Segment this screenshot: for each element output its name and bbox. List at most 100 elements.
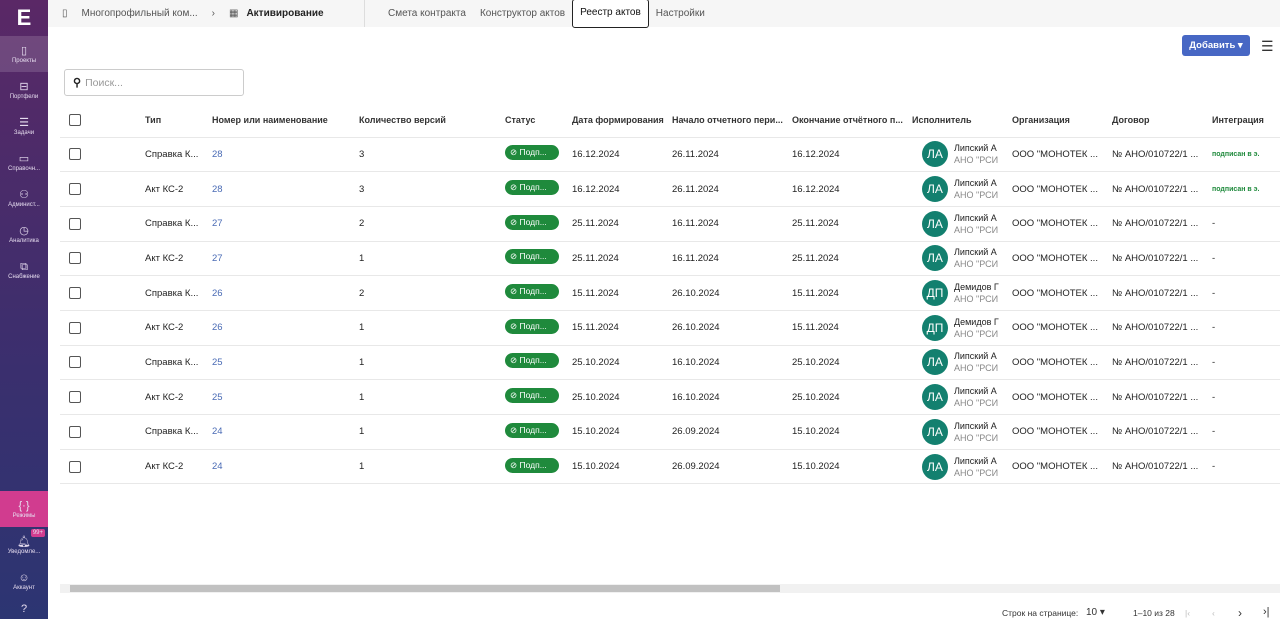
avatar: ЛА <box>922 418 948 445</box>
date-cell: 25.11.2024 <box>572 205 672 242</box>
row-checkbox[interactable] <box>69 460 81 473</box>
number-link[interactable]: 28 <box>212 171 359 207</box>
table-row[interactable]: Справка К... 25 1 ⊘ Подп... 25.10.2024 1… <box>60 344 1280 380</box>
row-checkbox[interactable] <box>69 425 81 438</box>
sidebar-item-5[interactable]: ◷ Аналитика <box>0 216 48 252</box>
row-checkbox[interactable] <box>69 391 81 404</box>
status-badge: ⊘ Подп... <box>505 145 559 161</box>
column-header[interactable]: Исполнитель <box>912 104 1012 137</box>
organization-cell: ООО "МОНОТЕК ... <box>1012 448 1112 485</box>
sidebar-item-6[interactable]: ⧉ Снабжение <box>0 252 48 288</box>
type-cell: Акт КС-2 <box>145 171 212 207</box>
status-badge: ⊘ Подп... <box>505 353 559 369</box>
column-header[interactable]: Тип <box>145 104 212 137</box>
versions-cell: 3 <box>359 136 505 172</box>
organization-cell: ООО "МОНОТЕК ... <box>1012 309 1112 346</box>
sidebar-item-0[interactable]: ▯ Проекты <box>0 36 48 72</box>
help-button[interactable]: ? <box>0 600 48 619</box>
braces-icon: {·} <box>18 499 30 512</box>
number-link[interactable]: 26 <box>212 275 359 311</box>
sidebar-item-3[interactable]: ▭ Справочн... <box>0 144 48 180</box>
period-end-cell: 16.12.2024 <box>792 136 912 172</box>
prev-page-icon[interactable]: ‹ <box>1212 608 1215 618</box>
row-checkbox[interactable] <box>69 148 81 161</box>
last-page-icon[interactable]: ›| <box>1263 606 1270 618</box>
tab-3[interactable]: Настройки <box>649 0 712 27</box>
column-header[interactable]: Договор <box>1112 104 1212 137</box>
column-header[interactable]: Количество версий <box>359 104 505 137</box>
versions-cell: 1 <box>359 379 505 415</box>
add-button[interactable]: Добавить ▾ <box>1182 35 1250 56</box>
supply-icon: ⧉ <box>20 260 28 273</box>
grid-icon: ▦ <box>229 8 239 19</box>
row-checkbox[interactable] <box>69 217 81 230</box>
select-all[interactable] <box>60 104 145 137</box>
versions-cell: 2 <box>359 275 505 311</box>
menu-icon[interactable]: ☰ <box>1261 38 1274 55</box>
tab-2[interactable]: Реестр актов <box>572 0 649 28</box>
column-header[interactable]: Начало отчетного пери... <box>672 104 792 137</box>
contract-cell: № АНО/010722/1 ... <box>1112 414 1212 450</box>
column-header[interactable]: Окончание отчётного п... <box>792 104 912 137</box>
status-badge: ⊘ Подп... <box>505 318 559 334</box>
column-header[interactable]: Организация <box>1012 104 1112 137</box>
first-page-icon[interactable]: |‹ <box>1185 608 1190 618</box>
search-input[interactable]: ⚲ Поиск... <box>64 69 244 96</box>
table-row[interactable]: Справка К... 24 1 ⊘ Подп... 15.10.2024 2… <box>60 414 1280 450</box>
status-badge: ⊘ Подп... <box>505 284 559 300</box>
bell-icon: 🔔︎ <box>17 535 31 548</box>
table-row[interactable]: Справка К... 26 2 ⊘ Подп... 15.11.2024 2… <box>60 275 1280 311</box>
sidebar-item-notifications[interactable]: 🔔︎ Уведомле... 99+ <box>0 527 48 563</box>
row-checkbox[interactable] <box>69 287 81 300</box>
table-row[interactable]: Акт КС-2 27 1 ⊘ Подп... 25.11.2024 16.11… <box>60 240 1280 276</box>
rows-per-page-select[interactable]: 10 ▾ <box>1086 607 1105 618</box>
table-row[interactable]: Акт КС-2 25 1 ⊘ Подп... 25.10.2024 16.10… <box>60 379 1280 415</box>
sidebar-item-account[interactable]: ☺ Аккаунт <box>0 563 48 599</box>
number-link[interactable]: 27 <box>212 205 359 242</box>
rows-per-page-label: Строк на странице: <box>1002 608 1079 618</box>
breadcrumb-project[interactable]: Многопрофильный ком... <box>82 8 198 19</box>
organization-cell: ООО "МОНОТЕК ... <box>1012 136 1112 172</box>
user-icon: ☺ <box>18 571 30 584</box>
integration-cell: - <box>1212 414 1280 450</box>
row-checkbox[interactable] <box>69 321 81 334</box>
table-row[interactable]: Справка К... 28 3 ⊘ Подп... 16.12.2024 2… <box>60 136 1280 172</box>
tab-1[interactable]: Конструктор актов <box>473 0 572 27</box>
executor-cell: ЛА Липский А АНО "РСИ <box>912 171 1012 207</box>
row-checkbox[interactable] <box>69 183 81 196</box>
integration-cell: - <box>1212 448 1280 485</box>
sidebar-item-2[interactable]: ☰ Задачи <box>0 108 48 144</box>
sidebar-item-modes[interactable]: {·} Режимы <box>0 491 48 527</box>
number-link[interactable]: 25 <box>212 379 359 415</box>
number-link[interactable]: 24 <box>212 448 359 485</box>
row-checkbox[interactable] <box>69 356 81 369</box>
sidebar-item-4[interactable]: ⚇ Админист... <box>0 180 48 216</box>
period-start-cell: 16.11.2024 <box>672 205 792 242</box>
table-row[interactable]: Акт КС-2 28 3 ⊘ Подп... 16.12.2024 26.11… <box>60 171 1280 207</box>
organization-cell: ООО "МОНОТЕК ... <box>1012 205 1112 242</box>
column-header[interactable]: Интеграция <box>1212 104 1280 137</box>
next-page-icon[interactable]: › <box>1238 606 1242 620</box>
column-header[interactable]: Номер или наименование <box>212 104 359 137</box>
sidebar-item-1[interactable]: ⊟ Портфели <box>0 72 48 108</box>
checkbox[interactable] <box>69 114 81 127</box>
number-link[interactable]: 25 <box>212 344 359 380</box>
number-link[interactable]: 24 <box>212 414 359 450</box>
number-link[interactable]: 27 <box>212 240 359 276</box>
table-row[interactable]: Акт КС-2 26 1 ⊘ Подп... 15.11.2024 26.10… <box>60 309 1280 346</box>
period-end-cell: 25.11.2024 <box>792 205 912 242</box>
number-link[interactable]: 28 <box>212 136 359 172</box>
column-header[interactable]: Статус <box>505 104 572 137</box>
contract-cell: № АНО/010722/1 ... <box>1112 205 1212 242</box>
table-row[interactable]: Акт КС-2 24 1 ⊘ Подп... 15.10.2024 26.09… <box>60 448 1280 485</box>
scrollbar-thumb[interactable] <box>70 585 780 592</box>
number-link[interactable]: 26 <box>212 309 359 346</box>
versions-cell: 3 <box>359 171 505 207</box>
tab-0[interactable]: Смета контракта <box>381 0 473 27</box>
app-logo[interactable]: E <box>0 0 48 36</box>
column-header[interactable]: Дата формирования <box>572 104 672 137</box>
date-cell: 15.10.2024 <box>572 414 672 450</box>
row-checkbox[interactable] <box>69 252 81 265</box>
table-row[interactable]: Справка К... 27 2 ⊘ Подп... 25.11.2024 1… <box>60 205 1280 242</box>
horizontal-scrollbar[interactable] <box>60 584 1280 593</box>
